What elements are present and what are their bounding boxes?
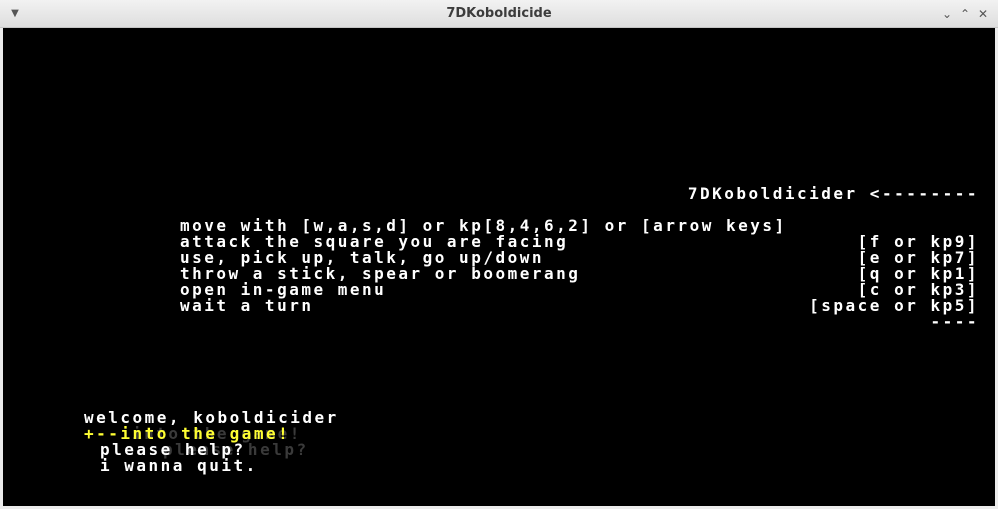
window-titlebar: ▼ 7DKoboldicide ⌄ ⌃ ✕ — [0, 0, 998, 28]
menu-item-quit[interactable]: i wanna quit. — [100, 458, 258, 474]
minimize-icon[interactable]: ⌄ — [938, 5, 956, 23]
help-footer: ---- — [930, 312, 979, 331]
help-heading: 7DKoboldicider <-------- — [687, 184, 979, 203]
help-row-wait: wait a turn — [180, 296, 314, 315]
maximize-icon[interactable]: ⌃ — [956, 5, 974, 23]
close-icon[interactable]: ✕ — [974, 5, 992, 23]
game-screen[interactable]: 7DKoboldicider <-------- move with [w,a,… — [3, 28, 995, 506]
window-title: 7DKoboldicide — [446, 6, 552, 21]
